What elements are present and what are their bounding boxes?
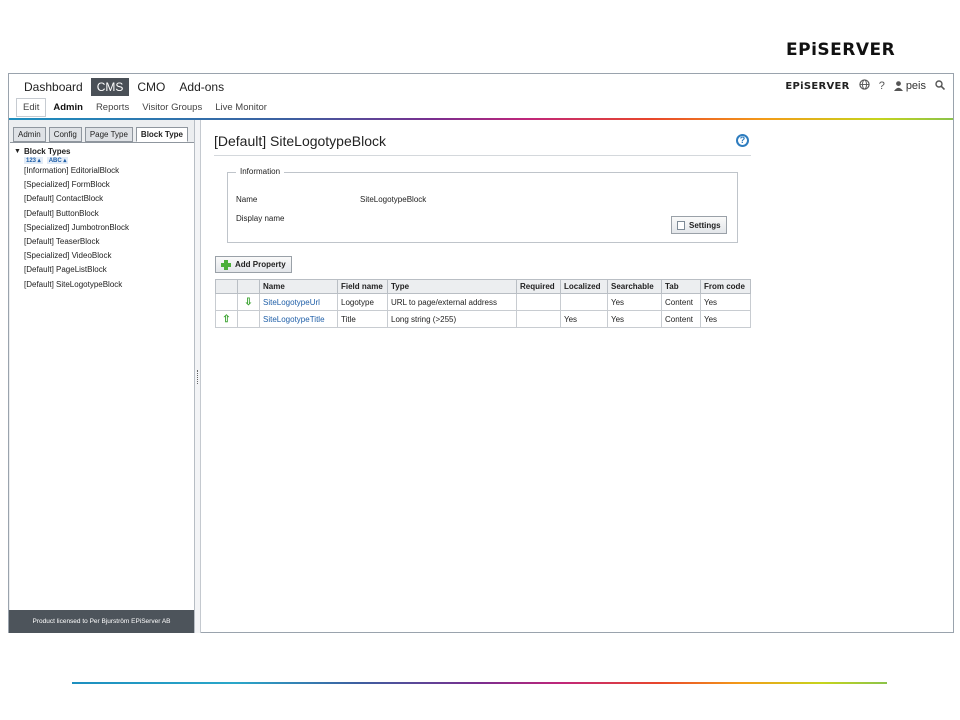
information-legend: Information [236, 167, 285, 176]
user-menu[interactable]: peis [893, 80, 926, 92]
sort-numeric-button[interactable]: 123 ▴ [24, 157, 43, 164]
tab-cell: Content [661, 293, 701, 311]
name-value: SiteLogotypeBlock [360, 195, 427, 204]
settings-button-label: Settings [689, 220, 721, 230]
collapse-triangle-icon[interactable]: ▼ [14, 148, 21, 155]
brand-logo: EPiSERVER [785, 80, 850, 92]
subnav-visitor-groups[interactable]: Visitor Groups [136, 99, 208, 116]
tab-page-type[interactable]: Page Type [84, 127, 133, 142]
move-down-arrow-icon[interactable]: ⇩ [237, 293, 260, 311]
header-tab[interactable]: Tab [661, 279, 701, 294]
sub-menu: Edit Admin Reports Visitor Groups Live M… [16, 98, 274, 117]
globe-icon[interactable] [859, 79, 870, 93]
properties-table: Name Field name Type Required Localized … [215, 279, 751, 328]
subnav-admin[interactable]: Admin [47, 99, 89, 116]
add-property-label: Add Property [235, 260, 286, 269]
page-title: [Default] SiteLogotypeBlock [214, 133, 386, 149]
slide-gradient-line [72, 682, 887, 684]
nav-dashboard[interactable]: Dashboard [18, 78, 89, 96]
search-icon[interactable] [935, 79, 946, 93]
splitter-grip-icon [197, 370, 198, 384]
app-window: Dashboard CMS CMO Add-ons Edit Admin Rep… [8, 73, 954, 633]
searchable-cell: Yes [607, 293, 662, 311]
header-required[interactable]: Required [516, 279, 561, 294]
subnav-edit[interactable]: Edit [16, 98, 47, 117]
tab-block-type[interactable]: Block Type [135, 127, 189, 142]
subnav-live-monitor[interactable]: Live Monitor [209, 99, 273, 116]
main-content: [Default] SiteLogotypeBlock ? Informatio… [203, 120, 953, 632]
tab-cell: Content [661, 310, 701, 328]
property-name-link[interactable]: SiteLogotypeTitle [259, 310, 338, 328]
tree-root-label: Block Types [23, 147, 71, 156]
slide-logo: EPiSERVER [786, 40, 896, 60]
settings-button[interactable]: Settings [671, 216, 727, 234]
required-cell [516, 293, 561, 311]
title-divider [214, 155, 751, 156]
field-name-cell: Logotype [337, 293, 388, 311]
nav-add-ons[interactable]: Add-ons [173, 78, 230, 96]
from-code-cell: Yes [700, 310, 751, 328]
table-row: ⇧ SiteLogotypeTitle Title Long string (>… [215, 310, 751, 328]
user-icon [893, 81, 903, 91]
tree-item[interactable]: [Default] SiteLogotypeBlock [24, 278, 194, 292]
help-icon[interactable]: ? [736, 134, 749, 147]
table-row: ⇩ SiteLogotypeUrl Logotype URL to page/e… [215, 293, 751, 311]
top-right-tools: EPiSERVER ? peis [785, 79, 946, 93]
left-panel-tabs: Admin Config Page Type Block Type [13, 127, 189, 142]
header-searchable[interactable]: Searchable [607, 279, 662, 294]
header-type[interactable]: Type [387, 279, 517, 294]
tree-item[interactable]: [Information] EditorialBlock [24, 164, 194, 178]
header-from-code[interactable]: From code [700, 279, 751, 294]
type-cell: Long string (>255) [387, 310, 517, 328]
header-field-name[interactable]: Field name [337, 279, 388, 294]
panel-splitter[interactable] [195, 120, 201, 633]
from-code-cell: Yes [700, 293, 751, 311]
type-cell: URL to page/external address [387, 293, 517, 311]
left-panel: Admin Config Page Type Block Type ▼ Bloc… [9, 120, 195, 633]
help-menu-icon[interactable]: ? [879, 80, 885, 92]
tree-root[interactable]: ▼ Block Types [14, 147, 194, 156]
localized-cell [560, 293, 608, 311]
information-fieldset: Information Name SiteLogotypeBlock Displ… [227, 167, 738, 243]
move-up-arrow-icon[interactable] [215, 293, 238, 311]
document-icon [677, 220, 685, 230]
property-name-link[interactable]: SiteLogotypeUrl [259, 293, 338, 311]
display-name-label: Display name [236, 214, 285, 223]
move-up-arrow-icon[interactable]: ⇧ [215, 310, 238, 328]
plus-icon [221, 259, 231, 270]
tab-config[interactable]: Config [48, 127, 82, 142]
subnav-reports[interactable]: Reports [90, 99, 135, 116]
name-label: Name [236, 195, 258, 204]
tree-item[interactable]: [Specialized] VideoBlock [24, 249, 194, 263]
tree-item[interactable]: [Default] ContactBlock [24, 192, 194, 206]
table-header-row: Name Field name Type Required Localized … [215, 279, 751, 294]
tab-admin[interactable]: Admin [13, 127, 46, 142]
header-name[interactable]: Name [259, 279, 338, 294]
header-move-down [237, 279, 260, 294]
nav-cms[interactable]: CMS [90, 78, 130, 96]
block-type-tree: ▼ Block Types 123 ▴ ABC ▴ [Information] … [10, 142, 194, 610]
tree-item[interactable]: [Default] PageListBlock [24, 263, 194, 277]
localized-cell: Yes [560, 310, 608, 328]
header-move-up [215, 279, 238, 294]
add-property-button[interactable]: Add Property [215, 256, 292, 273]
required-cell [516, 310, 561, 328]
searchable-cell: Yes [607, 310, 662, 328]
move-down-arrow-icon[interactable] [237, 310, 260, 328]
tree-item[interactable]: [Specialized] FormBlock [24, 178, 194, 192]
top-navigation: Dashboard CMS CMO Add-ons Edit Admin Rep… [9, 74, 953, 120]
tree-item[interactable]: [Default] TeaserBlock [24, 235, 194, 249]
tree-item[interactable]: [Default] ButtonBlock [24, 207, 194, 221]
sort-buttons: 123 ▴ ABC ▴ [24, 157, 194, 164]
field-name-cell: Title [337, 310, 388, 328]
sort-alpha-button[interactable]: ABC ▴ [46, 157, 69, 164]
header-localized[interactable]: Localized [560, 279, 608, 294]
main-menu: Dashboard CMS CMO Add-ons [18, 78, 232, 96]
tree-item[interactable]: [Specialized] JumbotronBlock [24, 221, 194, 235]
license-footer: Product licensed to Per Bjurström EPiSer… [9, 610, 194, 633]
nav-cmo[interactable]: CMO [131, 78, 171, 96]
user-name: peis [905, 80, 926, 92]
